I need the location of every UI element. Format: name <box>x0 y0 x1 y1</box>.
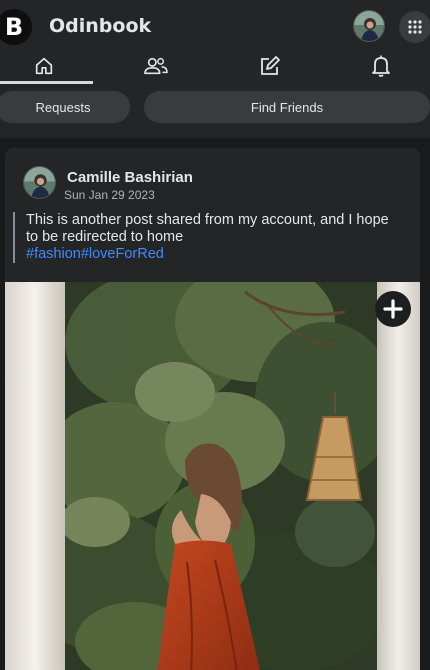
find-friends-button[interactable]: Find Friends <box>144 91 430 123</box>
nav-home[interactable] <box>9 48 79 84</box>
logo-letter: B <box>4 13 24 41</box>
users-icon <box>144 57 168 75</box>
nav-notifications[interactable] <box>346 48 416 84</box>
app-logo[interactable]: B <box>0 9 32 45</box>
avatar-image <box>24 167 55 198</box>
plus-icon <box>383 299 403 319</box>
nav-friends[interactable] <box>121 48 191 84</box>
app-title[interactable]: Odinbook <box>49 15 151 37</box>
post-card: Camille Bashirian Sun Jan 29 2023 This i… <box>5 148 420 670</box>
post-body: This is another post shared from my acco… <box>13 212 403 263</box>
apps-menu-button[interactable] <box>399 11 430 43</box>
post-image[interactable] <box>5 282 420 670</box>
nav-create-post[interactable] <box>235 48 305 84</box>
avatar-image <box>354 11 384 41</box>
main-nav <box>0 48 430 86</box>
add-button[interactable] <box>375 291 411 327</box>
post-author-name[interactable]: Camille Bashirian <box>67 169 193 186</box>
edit-icon <box>261 56 280 75</box>
post-author-avatar[interactable] <box>23 166 56 199</box>
user-avatar[interactable] <box>353 10 385 42</box>
grid-icon <box>408 20 422 34</box>
requests-button[interactable]: Requests <box>0 91 130 123</box>
post-date: Sun Jan 29 2023 <box>64 188 155 202</box>
post-text: This is another post shared from my acco… <box>26 212 389 245</box>
sub-nav: Requests Find Friends <box>0 86 430 138</box>
post-hashtags[interactable]: #fashion#loveForRed <box>26 246 403 263</box>
active-tab-indicator <box>0 81 93 84</box>
home-icon <box>35 57 53 75</box>
bell-icon <box>372 55 390 77</box>
post-photo <box>5 282 420 670</box>
